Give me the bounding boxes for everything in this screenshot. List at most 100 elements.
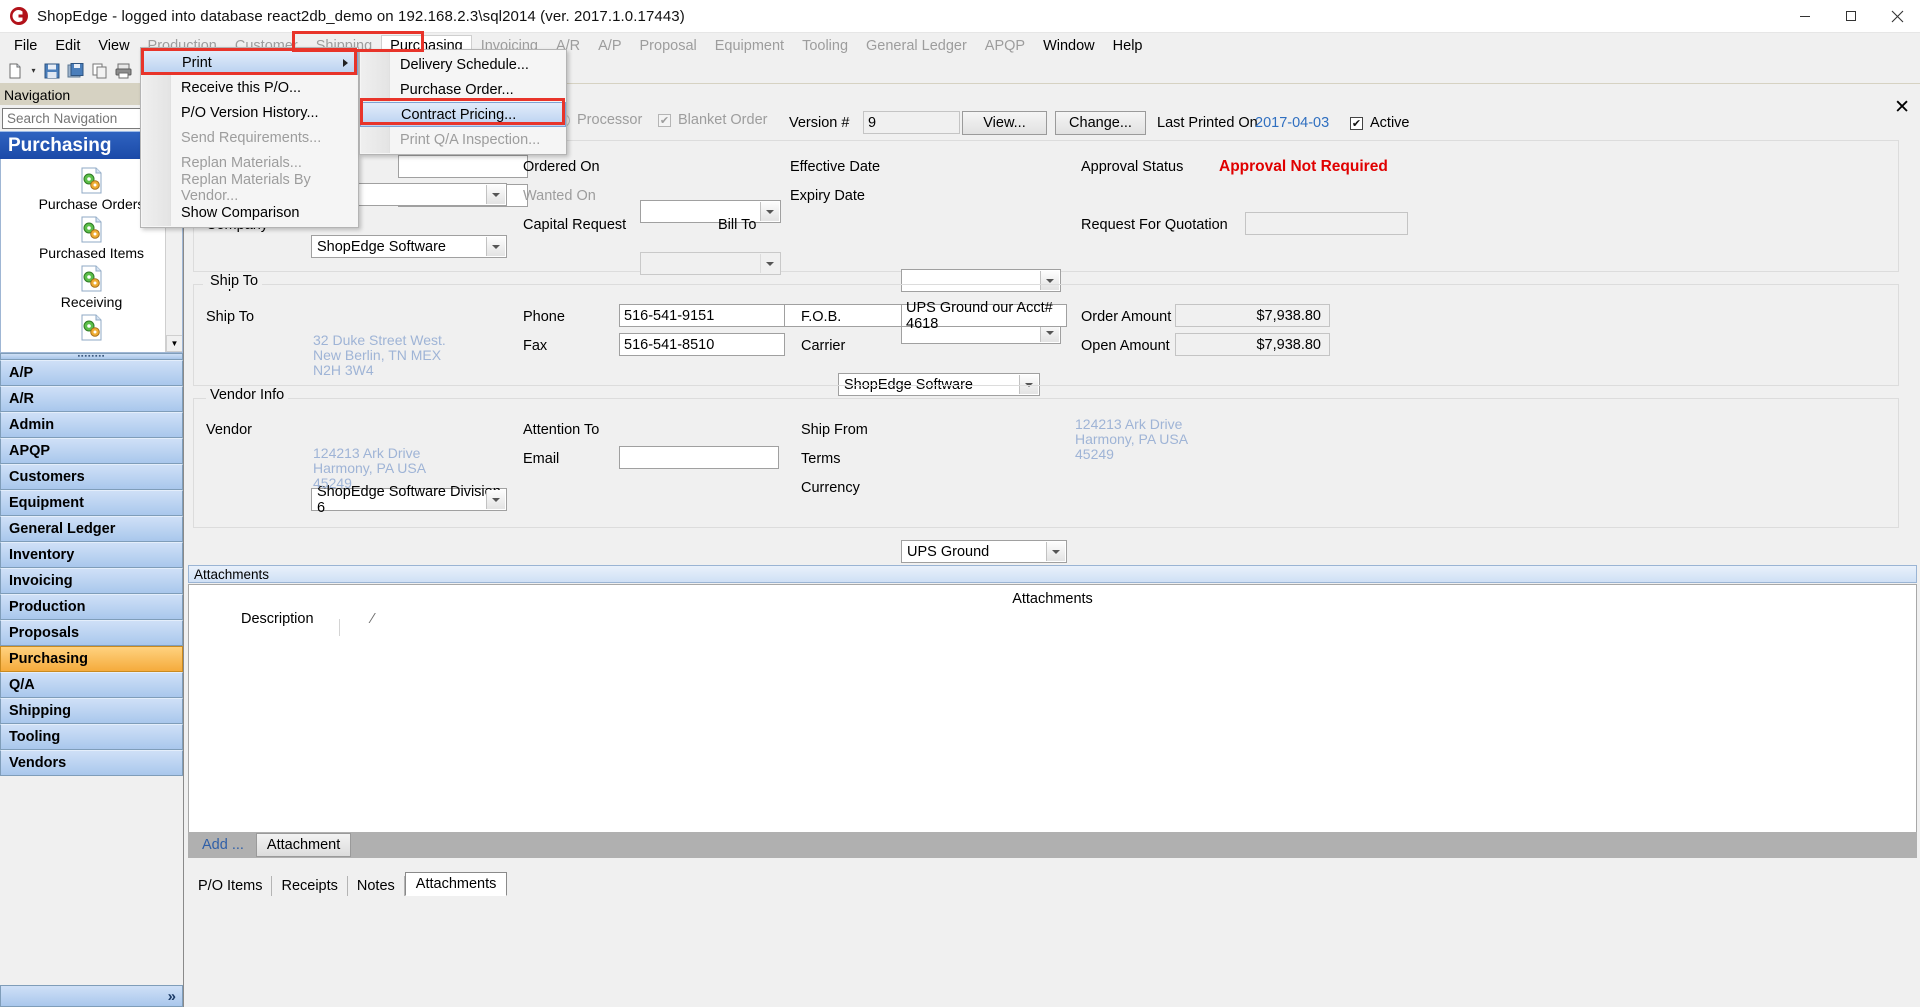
sidebar-item-vendors[interactable]: Vendors — [0, 750, 183, 776]
add-attachment-link[interactable]: Add ... — [202, 837, 244, 853]
sidebar-bar-label: Purchasing — [9, 651, 88, 667]
phone-field[interactable]: 516-541-9151 — [619, 304, 785, 327]
sidebar-item-customers[interactable]: Customers — [0, 464, 183, 490]
po-number-field[interactable] — [398, 155, 528, 178]
ordered-on-combo[interactable] — [640, 200, 781, 223]
sidebar-item-label: Purchase Orders — [38, 196, 145, 212]
sidebar-item-ap[interactable]: A/P — [0, 360, 183, 386]
last-printed-on-value: 2017-04-03 — [1255, 115, 1330, 131]
sidebar-item-receiving[interactable]: Receiving — [1, 261, 182, 310]
menu-edit[interactable]: Edit — [46, 35, 89, 57]
sidebar-item-admin[interactable]: Admin — [0, 412, 183, 438]
tab-attachments[interactable]: Attachments — [404, 872, 508, 896]
sidebar-item-qa[interactable]: Q/A — [0, 672, 183, 698]
bottom-tab-strip: P/O Items Receipts Notes Attachments — [189, 872, 508, 896]
sidebar-expand-button[interactable]: » — [0, 985, 183, 1007]
attachments-panel-header: Attachments — [188, 565, 1917, 583]
sidebar-bar-label: Proposals — [9, 625, 80, 641]
chevron-right-icon — [343, 58, 348, 67]
print-icon[interactable] — [113, 60, 135, 82]
email-field[interactable] — [619, 446, 779, 469]
sidebar-item-proposals[interactable]: Proposals — [0, 620, 183, 646]
sidebar-bar-label: Q/A — [9, 677, 35, 693]
sidebar-splitter[interactable]: ▪▪▪▪▪▪▪▪ — [0, 353, 183, 360]
menu-window[interactable]: Window — [1034, 35, 1104, 57]
version-field: 9 — [863, 111, 960, 134]
chevron-down-icon — [760, 254, 779, 273]
save-icon[interactable] — [41, 60, 63, 82]
ship-to-address: 32 Duke Street West. New Berlin, TN MEX … — [313, 332, 446, 378]
view-button[interactable]: View... — [962, 111, 1047, 135]
tab-po-items[interactable]: P/O Items — [189, 876, 273, 896]
sidebar-item-inventory[interactable]: Inventory — [0, 542, 183, 568]
carrier-combo[interactable]: UPS Ground — [901, 540, 1067, 563]
menu-item-delivery-schedule[interactable]: Delivery Schedule... — [360, 52, 566, 77]
sort-indicator-icon[interactable]: ∕ — [372, 611, 374, 627]
sidebar-item-general-ledger[interactable]: General Ledger — [0, 516, 183, 542]
close-button[interactable] — [1874, 0, 1920, 33]
wanted-on-label: Wanted On — [523, 188, 596, 204]
sidebar-item-apqp[interactable]: APQP — [0, 438, 183, 464]
tab-notes[interactable]: Notes — [348, 876, 405, 896]
blanket-order-checkbox-group[interactable]: ✔ Blanket Order — [658, 112, 767, 128]
menu-help[interactable]: Help — [1104, 35, 1152, 57]
open-amount-label: Open Amount — [1081, 338, 1170, 354]
vendor-info-group-label: Vendor Info — [206, 387, 289, 403]
sidebar-item-production[interactable]: Production — [0, 594, 183, 620]
sidebar-item-tooling[interactable]: Tooling — [0, 724, 183, 750]
fob-field[interactable]: UPS Ground our Acct# 4618 — [901, 300, 1067, 332]
maximize-button[interactable] — [1828, 0, 1874, 33]
processor-radio-group[interactable]: Processor — [557, 112, 642, 128]
column-header-description[interactable]: Description — [241, 611, 314, 627]
menu-file[interactable]: File — [5, 35, 46, 57]
expiry-date-label: Expiry Date — [790, 188, 865, 204]
company-value: ShopEdge Software — [317, 238, 446, 255]
attachments-grid: Attachments Description ∕ — [188, 584, 1917, 857]
company-combo[interactable]: ShopEdge Software — [311, 235, 507, 258]
sidebar-item-invoicing[interactable]: Invoicing — [0, 568, 183, 594]
change-button[interactable]: Change... — [1055, 111, 1146, 135]
chevron-down-icon[interactable] — [1046, 542, 1065, 561]
menu-item-contract-pricing[interactable]: Contract Pricing... — [360, 102, 566, 127]
menu-item-purchase-order[interactable]: Purchase Order... — [360, 77, 566, 102]
minimize-button[interactable] — [1782, 0, 1828, 33]
chevron-down-icon[interactable] — [760, 202, 779, 221]
chevron-down-icon[interactable]: ▼ — [166, 335, 182, 352]
menu-item-label: Print Q/A Inspection... — [400, 131, 541, 148]
last-printed-on-label: Last Printed On — [1157, 115, 1258, 131]
ship-from-address: 124213 Ark Drive Harmony, PA USA 45249 — [1075, 416, 1189, 462]
new-icon[interactable] — [4, 60, 26, 82]
active-checkbox[interactable]: ✔ — [1350, 116, 1363, 130]
sidebar-bar-label: APQP — [9, 443, 51, 459]
sidebar-item-equipment[interactable]: Equipment — [0, 490, 183, 516]
active-checkbox-group[interactable]: ✔ Active — [1350, 115, 1410, 131]
sidebar-item-ar[interactable]: A/R — [0, 386, 183, 412]
sidebar-item-partial[interactable] — [1, 310, 182, 342]
menu-item-label: Receive this P/O... — [181, 79, 302, 96]
sidebar-item-shipping[interactable]: Shipping — [0, 698, 183, 724]
blanket-order-checkbox[interactable]: ✔ — [658, 113, 671, 127]
new-dropdown-icon[interactable]: ▾ — [28, 60, 39, 82]
tab-receipts[interactable]: Receipts — [272, 876, 348, 896]
ordered-on-label: Ordered On — [523, 159, 600, 175]
fax-field[interactable]: 516-541-8510 — [619, 333, 785, 356]
menu-item-print[interactable]: Print — [141, 50, 358, 75]
chevron-down-icon[interactable] — [486, 185, 505, 204]
bill-to-label: Bill To — [718, 217, 757, 233]
save-all-icon[interactable] — [65, 60, 87, 82]
copy-icon[interactable] — [89, 60, 111, 82]
sidebar-item-purchasing[interactable]: Purchasing — [0, 646, 183, 672]
chevron-down-icon[interactable] — [486, 237, 505, 256]
approval-status-value: Approval Not Required — [1219, 158, 1388, 175]
attachment-button[interactable]: Attachment — [255, 833, 352, 857]
menu-item-show-comparison[interactable]: Show Comparison — [141, 200, 358, 225]
attachments-action-bar: Add ... Attachment — [188, 832, 1917, 858]
menu-item-receive-this-po[interactable]: Receive this P/O... — [141, 75, 358, 100]
attachments-grid-title: Attachments — [1012, 591, 1093, 607]
menu-view[interactable]: View — [89, 35, 138, 57]
sidebar-item-label: Receiving — [60, 294, 123, 310]
menu-item-po-version-history[interactable]: P/O Version History... — [141, 100, 358, 125]
close-document-icon[interactable]: ✕ — [1894, 98, 1910, 117]
menu-item-label: Replan Materials By Vendor... — [181, 171, 311, 204]
sidebar-bar-label: Tooling — [9, 729, 61, 745]
